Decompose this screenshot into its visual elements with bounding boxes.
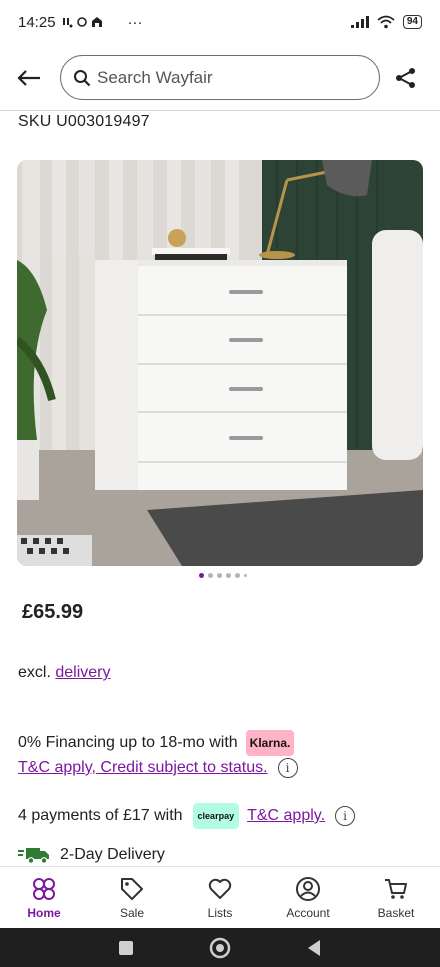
financing-row: 0% Financing up to 18-mo with Klarna.	[18, 730, 295, 756]
carousel-dot-active[interactable]	[199, 573, 204, 578]
nav-sale[interactable]: Sale	[88, 867, 176, 928]
carousel-dot[interactable]	[208, 573, 213, 578]
arrow-left-icon	[17, 70, 40, 86]
financing-text: 0% Financing up to 18-mo with	[18, 734, 238, 751]
nav-basket[interactable]: Basket	[352, 867, 440, 928]
clearpay-badge: clearpay	[192, 803, 240, 829]
search-input[interactable]: Search Wayfair	[60, 55, 380, 100]
klarna-badge: Klarna.	[245, 730, 295, 756]
carousel-dot[interactable]	[244, 574, 247, 577]
tc-apply-link[interactable]: T&C apply.	[247, 807, 325, 825]
nav-lists[interactable]: Lists	[176, 867, 264, 928]
delivery-link[interactable]: delivery	[55, 664, 110, 681]
product-price: £65.99	[22, 601, 84, 623]
system-nav-bar	[0, 928, 440, 967]
notification-icons	[62, 17, 102, 28]
nav-account-label: Account	[286, 905, 330, 920]
image-carousel-dots[interactable]	[199, 573, 247, 578]
recents-icon[interactable]	[118, 940, 134, 956]
share-icon	[396, 68, 415, 88]
chest-of-drawers-photo	[17, 160, 423, 566]
account-icon	[296, 876, 320, 901]
nav-lists-label: Lists	[207, 905, 233, 920]
back-triangle-icon[interactable]	[306, 939, 322, 957]
info-icon[interactable]: i	[277, 758, 298, 778]
more-notifications: ···	[127, 13, 143, 31]
carousel-dot[interactable]	[217, 573, 222, 578]
payments-row: 4 payments of £17 with clearpay T&C appl…	[18, 803, 356, 829]
tag-icon	[121, 877, 143, 900]
product-image[interactable]	[17, 160, 423, 566]
nav-home-label: Home	[27, 905, 61, 920]
carousel-dot[interactable]	[226, 573, 231, 578]
share-button[interactable]	[392, 64, 420, 92]
search-placeholder: Search Wayfair	[97, 67, 213, 87]
nav-sale-label: Sale	[119, 905, 145, 920]
status-right: 94	[350, 15, 422, 29]
info-icon[interactable]: i	[335, 806, 356, 826]
status-left: 14:25 ···	[18, 14, 143, 31]
battery-icon: 94	[402, 15, 422, 29]
carousel-dot[interactable]	[235, 573, 240, 578]
header-divider	[0, 110, 440, 111]
signal-icon	[350, 16, 369, 28]
delivery-row: 2-Day Delivery	[18, 846, 165, 864]
truck-icon	[18, 848, 49, 864]
header: Search Wayfair	[0, 52, 440, 104]
tc-credit-link[interactable]: T&C apply, Credit subject to status.	[18, 759, 268, 777]
product-sku: SKU U003019497	[18, 113, 150, 130]
search-icon	[74, 69, 91, 86]
financing-terms-row: T&C apply, Credit subject to status. i	[18, 758, 298, 778]
delivery-note: excl. delivery	[18, 664, 111, 682]
status-bar: 14:25 ··· 94	[0, 0, 440, 44]
heart-icon	[208, 878, 232, 899]
home-circle-icon[interactable]	[209, 937, 231, 959]
wifi-icon	[377, 15, 395, 29]
bottom-nav: Home Sale Lists Account Basket	[0, 866, 440, 928]
excl-prefix: excl.	[18, 664, 51, 681]
nav-home[interactable]: Home	[0, 867, 88, 928]
nav-basket-label: Basket	[377, 905, 415, 920]
back-button[interactable]	[14, 64, 44, 92]
nav-account[interactable]: Account	[264, 867, 352, 928]
home-icon	[33, 877, 55, 900]
delivery-text: 2-Day Delivery	[60, 846, 165, 863]
payments-text: 4 payments of £17 with	[18, 807, 183, 824]
cart-icon	[385, 878, 407, 899]
clock: 14:25	[18, 13, 56, 31]
